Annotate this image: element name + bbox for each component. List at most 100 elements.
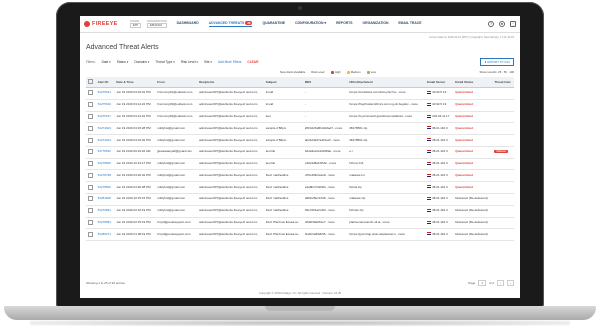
col-email-status[interactable]: Email Status [453,77,493,88]
table-row[interactable]: 54778642 Jun 19 2019 06:24:22 AM jjiecawaa… [86,146,514,159]
col-url-attachment[interactable]: URL/Attachment [347,77,426,88]
prev-page-button[interactable]: ‹ [497,280,504,286]
table-row[interactable]: 54278798 Jun 19 2019 03:20:32 PM mittlyhut… [86,169,514,183]
table-row[interactable]: 54281828 Jun 19 2019 10:15:15 PM mittlyhut… [86,193,514,206]
cell-alert-id[interactable]: 54286271 [95,228,115,242]
filter-risk-level[interactable]: Risk Level ▾ [181,60,198,64]
row-select-cell[interactable] [86,87,96,100]
row-checkbox[interactable] [88,102,93,108]
filter-status[interactable]: Status ▾ [117,60,129,64]
row-checkbox[interactable] [88,184,93,190]
table-row[interactable]: 54286271 Jun 19 2019 01:38:19 PM ttmyti@pe… [86,228,514,242]
nav-quarantine[interactable]: QUARANTINE [262,21,285,27]
filter-date[interactable]: Date ▾ [102,60,111,64]
cell-alert-id[interactable]: 54778642 [95,146,115,159]
add-more-filters-link[interactable]: Add More Filters [218,60,241,64]
row-checkbox[interactable] [88,196,93,202]
filter-domains[interactable]: Domains ▾ [134,60,149,64]
nav-dashboard[interactable]: DASHBOARD [177,21,199,27]
row-checkbox[interactable] [88,137,93,143]
table-row[interactable]: 54278602 Jun 19 2019 10:13:17 PM mittlyhut… [86,158,514,171]
col-from[interactable]: From [155,77,198,88]
nav-reports[interactable]: REPORTS [336,21,352,27]
row-checkbox[interactable] [88,149,93,155]
nav-organization[interactable]: ORGANIZATION [362,21,388,27]
row-select-cell[interactable] [86,146,96,159]
filter-site[interactable]: Site ▾ [204,60,212,64]
table-row[interactable]: 54275616 Jun 19 2019 03:14:22 PM fmmmmp03@… [86,99,514,112]
grid-menu-icon[interactable]: ⋮ [510,21,516,27]
page-number-input[interactable]: 1 [478,280,486,286]
table-row[interactable]: 54275621 Jun 19 2019 03:16:22 PM fmmmmp01@… [86,87,514,100]
row-checkbox[interactable] [88,90,93,96]
cell-from: ttmyti@periesupport.com [155,228,198,242]
row-checkbox[interactable] [88,161,93,167]
export-csv-button[interactable]: ⬇ EXPORT TO CSV [480,58,514,66]
next-page-button[interactable]: › [507,280,514,286]
us-flag-icon [427,173,432,177]
scope-selector[interactable]: SCOPE ETP [130,20,142,28]
row-checkbox[interactable] [88,231,93,237]
row-select-cell[interactable] [86,122,96,136]
col-md5[interactable]: MD5 [302,77,348,88]
filter-threat-type[interactable]: Threat Type ▾ [155,60,174,64]
cell-alert-id[interactable]: 54274924 [95,134,115,147]
table-row[interactable]: 54275517 Jun 19 2019 03:14:22 PM fmmmmp03@… [86,111,514,124]
nav-email-trace[interactable]: EMAIL TRACE [398,21,421,27]
col-threat-intel[interactable]: Threat Intel [492,77,514,88]
row-select-cell[interactable] [86,205,96,218]
col-email-server[interactable]: Email Server [425,77,454,88]
cell-alert-id[interactable]: 54278502 [95,181,115,195]
row-select-cell[interactable] [86,193,96,206]
cell-alert-id[interactable]: 54279891 [95,205,115,218]
row-select-cell[interactable] [86,134,96,147]
show-records-selector[interactable]: Show records: 25 · 50 · 100 [479,70,514,74]
cell-from: mittlyhut@gmail.com [155,122,198,136]
row-select-cell[interactable] [86,111,96,124]
row-select-cell[interactable] [86,228,96,242]
table-row[interactable]: 54274924 Jun 19 2019 04:24:02 PM mittlyhut… [86,134,514,147]
cell-alert-id[interactable]: 54281828 [95,193,115,206]
row-checkbox[interactable] [88,208,93,214]
table-row[interactable]: 54278891 Jun 19 2019 02:15:19 PM ttmyti@pe… [86,217,514,230]
row-select-cell[interactable] [86,169,96,183]
cell-alert-id[interactable]: 54278602 [95,158,115,171]
new-alerts-indicator[interactable]: New Alerts Available [280,70,305,74]
select-all-header[interactable] [86,77,96,88]
cell-alert-id[interactable]: 54274923 [95,122,115,136]
row-select-cell[interactable] [86,181,96,195]
table-row[interactable]: 54278502 Jun 19 2019 03:20:28 PM mittlyhut… [86,181,514,195]
table-row[interactable]: 54274923 Jun 19 2019 04:15:28 PM mittlyhut… [86,122,514,136]
organization-selector[interactable]: ORGANIZATION EPIAKCCI [147,20,167,28]
col-date-time[interactable]: Date & Time [114,77,156,88]
cell-alert-id[interactable]: 54278891 [95,217,115,230]
row-checkbox[interactable] [88,125,93,131]
cell-alert-id[interactable]: 54275616 [95,99,115,112]
col-alert-id[interactable]: Alert ID [95,77,115,88]
user-icon[interactable]: ● [499,21,505,27]
threat-intel-badge[interactable]: Malware [494,150,509,154]
table-row[interactable]: 54279891 Jun 19 2019 02:16:19 PM mittlyhut… [86,205,514,218]
row-select-cell[interactable] [86,158,96,171]
row-checkbox[interactable] [88,113,93,119]
nav-advanced-threats[interactable]: ADVANCED THREATS 38 [208,21,253,27]
brand-logo[interactable]: FIREEYE [84,21,128,27]
fireeye-logo-icon [84,21,90,27]
col-recipients[interactable]: Recipients [197,77,264,88]
cell-email-status: Quarantined [453,134,493,147]
nav-configuration[interactable]: CONFIGURATION ▾ [295,21,326,27]
risk-low-swatch [366,70,370,74]
cell-alert-id[interactable]: 54278798 [95,169,115,183]
col-subject[interactable]: Subject [263,77,303,88]
row-checkbox[interactable] [88,219,93,225]
row-checkbox[interactable] [88,172,93,178]
cell-alert-id[interactable]: 54275621 [95,87,115,100]
cell-alert-id[interactable]: 54275517 [95,111,115,124]
help-icon[interactable]: ? [488,21,494,27]
select-all-checkbox[interactable] [88,79,93,84]
cell-threat-intel: Malware [492,146,514,159]
row-select-cell[interactable] [86,217,96,230]
cell-md5: b5e7d91a2c4f3...more [302,205,348,218]
row-select-cell[interactable] [86,99,96,112]
clear-filters-button[interactable]: CLEAR [247,60,258,64]
